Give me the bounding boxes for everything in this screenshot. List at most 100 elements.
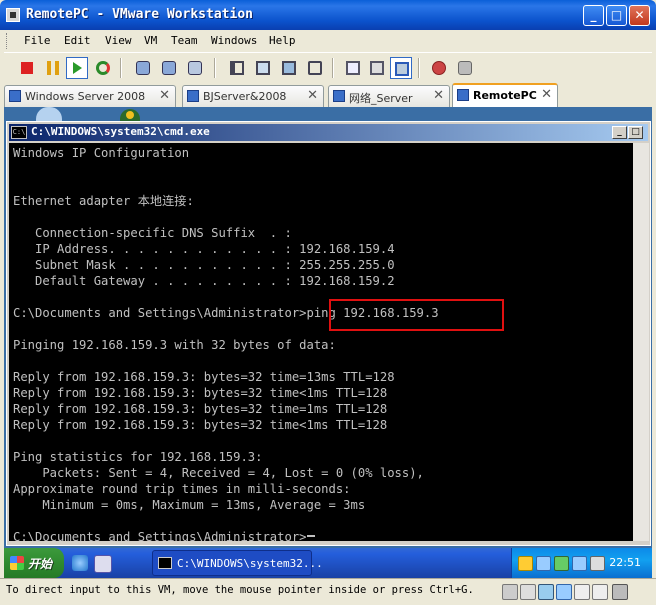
- close-tab-icon[interactable]: ✕: [433, 88, 444, 103]
- usb-icon[interactable]: [574, 584, 590, 600]
- vm-icon: [187, 90, 199, 102]
- settings-icon: [458, 61, 472, 75]
- hard-disk-icon[interactable]: [502, 584, 518, 600]
- play-button[interactable]: [66, 57, 88, 79]
- team-icon: [432, 61, 446, 75]
- pause-icon: [47, 61, 59, 75]
- console-output[interactable]: Windows IP Configuration Ethernet adapte…: [9, 143, 633, 541]
- fullscreen-button[interactable]: [252, 57, 274, 79]
- tab-windows-server-2008[interactable]: Windows Server 2008 ✕: [4, 85, 176, 107]
- guest-taskbar: 开始 C:\WINDOWS\system32... 22:51: [4, 548, 652, 578]
- reset-icon: [96, 61, 110, 75]
- taskbar-cmd-label: C:\WINDOWS\system32...: [177, 557, 323, 570]
- vmware-logo-icon: [6, 8, 20, 22]
- minimize-icon: _: [590, 8, 597, 22]
- start-button[interactable]: 开始: [4, 548, 64, 578]
- menu-help[interactable]: Help: [269, 34, 296, 47]
- cmd-minimize-button[interactable]: _: [612, 126, 627, 139]
- unity-button[interactable]: [304, 57, 326, 79]
- vm-tab-bar: Windows Server 2008 ✕ BJServer&2008 ✕ 网络…: [4, 83, 652, 107]
- sidebar-icon: [230, 61, 244, 75]
- cmd-title-bar[interactable]: C:\ C:\WINDOWS\system32\cmd.exe _ □: [9, 124, 648, 141]
- volume-icon[interactable]: [590, 556, 605, 571]
- vm-icon: [457, 89, 469, 101]
- console-line: Default Gateway . . . . . . . . . : 192.…: [13, 274, 395, 288]
- tab-label: BJServer&2008: [203, 90, 287, 103]
- console-scrollbar[interactable]: [633, 143, 649, 541]
- console-line: Ethernet adapter 本地连接:: [13, 194, 194, 208]
- menu-file[interactable]: File: [24, 34, 51, 47]
- desktop-icon[interactable]: [36, 107, 62, 121]
- console-line: Reply from 192.168.159.3: bytes=32 time=…: [13, 370, 395, 384]
- reset-button[interactable]: [92, 57, 114, 79]
- tab-remotepc[interactable]: RemotePC ✕: [452, 83, 558, 107]
- window-title: RemotePC - VMware Workstation: [26, 7, 253, 22]
- cmd-window[interactable]: C:\ C:\WINDOWS\system32\cmd.exe _ □ Wind…: [6, 121, 651, 546]
- message-log-icon[interactable]: [612, 584, 628, 600]
- quickswitch-icon: [282, 61, 296, 75]
- play-icon: [73, 62, 82, 74]
- network-adapter-icon[interactable]: [556, 584, 572, 600]
- team-button[interactable]: [428, 57, 450, 79]
- toolbar: [4, 52, 652, 84]
- network-icon[interactable]: [536, 556, 551, 571]
- app-title-bar[interactable]: RemotePC - VMware Workstation _ □ ✕: [0, 0, 656, 30]
- console-prompt-line[interactable]: C:\Documents and Settings\Administrator>: [13, 529, 315, 541]
- maximize-button[interactable]: □: [606, 5, 627, 26]
- fit-window-button[interactable]: [390, 57, 412, 79]
- console-view-button[interactable]: [366, 57, 388, 79]
- console-line: IP Address. . . . . . . . . . . . : 192.…: [13, 242, 395, 256]
- menu-vm[interactable]: VM: [144, 34, 157, 47]
- settings-button[interactable]: [454, 57, 476, 79]
- unity-icon: [308, 61, 322, 75]
- toolbar-separator: [214, 58, 216, 78]
- revert-snapshot-button[interactable]: [158, 57, 180, 79]
- quickswitch-button[interactable]: [278, 57, 300, 79]
- console-prompt: C:\Documents and Settings\Administrator>: [13, 530, 307, 541]
- maximize-icon: □: [610, 8, 623, 22]
- console-line: Ping statistics for 192.168.159.3:: [13, 450, 263, 464]
- close-icon: ✕: [634, 8, 645, 22]
- cmd-title: C:\WINDOWS\system32\cmd.exe: [31, 125, 210, 138]
- tab-label: RemotePC: [473, 89, 537, 102]
- cmd-maximize-button[interactable]: □: [628, 126, 643, 139]
- menu-windows[interactable]: Windows: [211, 34, 257, 47]
- tab-network-server[interactable]: 网络_Server ✕: [328, 85, 450, 107]
- vm-icon: [9, 90, 21, 102]
- stop-button[interactable]: [16, 57, 38, 79]
- sidebar-button[interactable]: [226, 57, 248, 79]
- vmware-tools-icon[interactable]: [554, 556, 569, 571]
- show-desktop-icon[interactable]: [94, 555, 112, 573]
- tab-bjserver2008[interactable]: BJServer&2008 ✕: [182, 85, 324, 107]
- security-alert-icon[interactable]: [518, 556, 533, 571]
- close-button[interactable]: ✕: [629, 5, 650, 26]
- console-line: Packets: Sent = 4, Received = 4, Lost = …: [13, 466, 424, 480]
- clock[interactable]: 22:51: [609, 556, 641, 569]
- sound-icon[interactable]: [592, 584, 608, 600]
- menu-team[interactable]: Team: [171, 34, 198, 47]
- vm-icon: [333, 90, 345, 102]
- floppy-icon[interactable]: [538, 584, 554, 600]
- toolbar-separator: [332, 58, 334, 78]
- minimize-button[interactable]: _: [583, 5, 604, 26]
- snapshot-manager-button[interactable]: [184, 57, 206, 79]
- cd-rom-icon[interactable]: [520, 584, 536, 600]
- close-tab-icon[interactable]: ✕: [307, 88, 318, 103]
- close-tab-icon[interactable]: ✕: [159, 88, 170, 103]
- minimize-icon: _: [617, 127, 622, 137]
- pause-button[interactable]: [42, 57, 64, 79]
- summary-button[interactable]: [342, 57, 364, 79]
- network-icon[interactable]: [572, 556, 587, 571]
- cmd-icon: C:\: [11, 126, 27, 139]
- taskbar-cmd-button[interactable]: C:\WINDOWS\system32...: [152, 550, 323, 576]
- console-line: Reply from 192.168.159.3: bytes=32 time<…: [13, 386, 388, 400]
- snapshot-button[interactable]: [132, 57, 154, 79]
- close-tab-icon[interactable]: ✕: [541, 87, 552, 102]
- internet-explorer-icon[interactable]: [72, 555, 88, 571]
- menu-view[interactable]: View: [105, 34, 132, 47]
- guest-desktop[interactable]: C:\ C:\WINDOWS\system32\cmd.exe _ □ Wind…: [4, 107, 652, 578]
- desktop-icon[interactable]: [120, 109, 140, 121]
- menu-edit[interactable]: Edit: [64, 34, 91, 47]
- stop-icon: [21, 62, 33, 74]
- menu-bar: File Edit View VM Team Windows Help: [4, 30, 652, 52]
